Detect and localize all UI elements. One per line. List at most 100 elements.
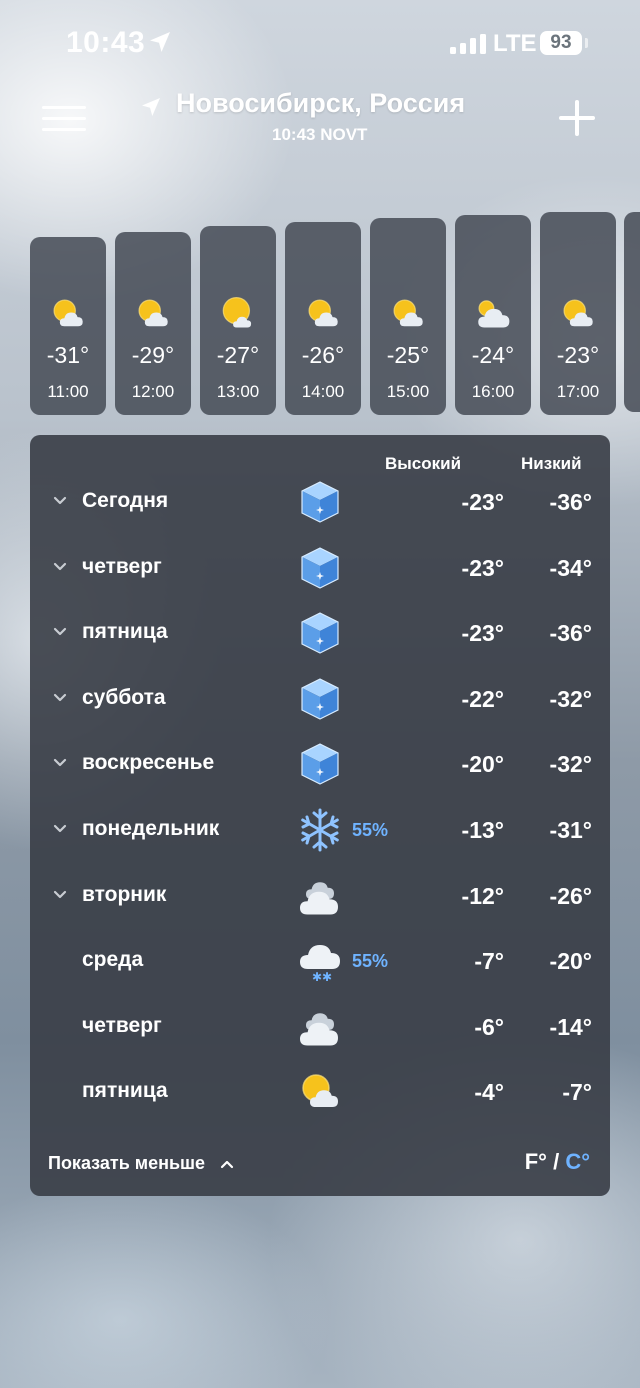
daily-row[interactable]: воскресенье -20° -32° [30,734,610,800]
daily-row[interactable]: Сегодня -23° -36° [30,472,610,538]
day-name: пятница [82,1079,168,1103]
low-temperature: -34° [549,554,592,581]
partly-cloudy-sun-icon [298,1070,342,1114]
ice-cube-icon [298,677,342,721]
daily-row[interactable]: пятница -23° -36° [30,603,610,669]
hourly-time: 13:00 [216,382,260,401]
high-temperature: -23° [461,620,504,647]
day-name: вторник [82,882,167,906]
hourly-card[interactable]: -25° 15:00 [370,218,446,415]
high-temperature: -6° [474,1013,504,1040]
menu-line [42,117,86,120]
high-temperature: -13° [461,817,504,843]
high-column-header: Высокий [385,454,462,473]
unit-separator: / [553,1149,560,1174]
hourly-temperature: -31° [46,342,90,368]
partly-cloudy-sun-icon [390,296,426,332]
low-temperature: -20° [549,948,592,975]
location-arrow-icon [150,32,170,52]
hourly-time: 15:00 [386,382,430,401]
show-less-button[interactable]: Показать меньше [48,1153,234,1174]
low-temperature: -36° [549,489,592,515]
hourly-card[interactable]: -31° 11:00 [30,237,106,415]
ice-cube-icon [298,480,342,524]
chevron-up-icon [220,1161,234,1169]
precipitation-chance: 55% [352,820,389,840]
daily-row[interactable]: понедельник 55% -13° -31° [30,800,610,866]
svg-text:✱✱: ✱✱ [312,970,332,983]
low-temperature: -26° [549,882,592,909]
hourly-time: 17:00 [556,382,600,401]
ice-cube-icon [298,611,342,655]
partly-cloudy-sun-icon [560,296,596,332]
hourly-card[interactable]: -24° 16:00 [455,215,531,415]
hourly-card[interactable]: -26° 14:00 [285,222,361,415]
daily-row: среда ✱✱ 55% -7° -20° [30,931,610,997]
daily-forecast-panel: Высокий Низкий Сегодня -23° -36° четверг -… [30,435,610,1196]
hourly-time: 11:00 [47,382,89,401]
high-temperature: -23° [461,489,504,515]
chevron-down-icon[interactable] [53,496,67,506]
chevron-down-icon[interactable] [53,627,67,637]
unit-celsius-option[interactable]: C° [565,1149,590,1174]
low-temperature: -32° [549,751,592,778]
hourly-card[interactable]: -29° 12:00 [115,232,191,415]
daily-row[interactable]: суббота -22° -32° [30,669,610,735]
city-title[interactable]: Новосибирск, Россия [176,88,465,119]
chevron-down-icon[interactable] [53,562,67,572]
chevron-down-icon[interactable] [53,693,67,703]
daily-row[interactable]: четверг -23° -34° [30,538,610,604]
low-temperature: -31° [549,817,592,843]
snow-cloud-icon: ✱✱ [298,939,342,984]
ice-cube-icon [298,742,342,786]
snowflake-icon [298,808,342,852]
menu-line [42,128,86,131]
daily-row[interactable]: вторник -12° -26° [30,866,610,932]
high-temperature: -20° [461,751,504,778]
status-bar: 10:43 LTE 93 [0,0,640,88]
partly-cloudy-sun-icon [305,296,341,332]
unit-toggle: F° / C° [525,1149,590,1175]
cloud-icon [298,874,342,918]
hourly-temperature: -25° [386,342,430,368]
hourly-card[interactable]: -23° 17:00 [540,212,616,415]
hourly-temperature: -23° [556,342,600,368]
high-temperature: -23° [461,554,504,581]
day-name: Сегодня [82,489,169,512]
local-time: 10:43 NOVT [272,125,368,144]
daily-row: пятница -4° -7° [30,1062,610,1128]
hourly-time: 12:00 [131,382,175,401]
day-name: воскресенье [82,751,215,775]
navigation-icon [142,98,160,116]
chevron-down-icon[interactable] [53,890,67,900]
precipitation-chance: 55% [352,951,389,972]
hourly-temperature: -24° [471,342,515,368]
high-temperature: -22° [461,685,504,712]
hourly-temperature: -27° [216,342,260,368]
chevron-down-icon[interactable] [53,758,67,768]
chevron-down-icon[interactable] [53,824,67,834]
partly-cloudy-sun-icon [135,296,171,332]
high-temperature: -12° [461,882,504,909]
add-location-button[interactable] [559,100,595,136]
daily-row: четверг -6° -14° [30,997,610,1063]
low-temperature: -32° [549,685,592,712]
unit-fahrenheit-option[interactable]: F° [525,1149,547,1174]
low-column-header: Низкий [521,454,582,473]
show-less-label: Показать меньше [48,1153,206,1173]
hourly-time: 14:00 [301,382,345,401]
high-temperature: -7° [474,948,504,975]
partly-cloudy-sun-icon [50,296,86,332]
low-temperature: -36° [549,620,592,647]
hourly-card[interactable]: -27° 13:00 [200,226,276,415]
network-type: LTE [493,30,537,57]
day-name: суббота [82,685,166,709]
menu-icon[interactable] [42,104,86,132]
hourly-temperature: -29° [131,342,175,368]
high-temperature: -4° [474,1079,504,1106]
day-name: четверг [82,554,162,578]
day-name: понедельник [82,817,220,840]
battery-tip [585,38,588,48]
low-temperature: -14° [549,1013,592,1040]
day-name: среда [82,948,144,972]
